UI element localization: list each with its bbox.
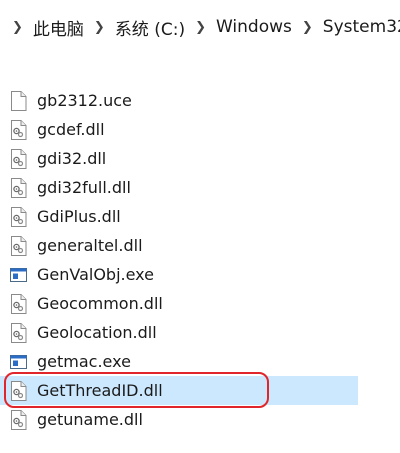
dll-file-icon [10, 235, 27, 256]
file-row[interactable]: GdiPlus.dll [0, 202, 400, 231]
file-name: gdi32full.dll [37, 178, 131, 197]
dll-file-icon [10, 409, 27, 430]
file-row[interactable]: GetThreadID.dll [0, 376, 358, 405]
file-name: getuname.dll [37, 410, 143, 429]
file-name: gb2312.uce [37, 91, 132, 110]
breadcrumb-item-this-pc[interactable]: 此电脑 [33, 15, 84, 40]
chevron-right-icon[interactable]: ❯ [12, 20, 23, 35]
chevron-right-icon[interactable]: ❯ [94, 20, 105, 35]
file-name: GdiPlus.dll [37, 207, 121, 226]
breadcrumb-item-system-drive[interactable]: 系统 (C:) [115, 15, 185, 40]
dll-file-icon [10, 206, 27, 227]
file-row[interactable]: gdi32full.dll [0, 173, 400, 202]
file-row[interactable]: generaltel.dll [0, 231, 400, 260]
file-row[interactable]: Geolocation.dll [0, 318, 400, 347]
dll-file-icon [10, 177, 27, 198]
file-name: gdi32.dll [37, 149, 107, 168]
file-row[interactable]: gb2312.uce [0, 86, 400, 115]
file-name: Geocommon.dll [37, 294, 163, 313]
breadcrumb: ❯ 此电脑 ❯ 系统 (C:) ❯ Windows ❯ System32 [0, 0, 400, 54]
file-row[interactable]: GenValObj.exe [0, 260, 400, 289]
blank-file-icon [10, 90, 27, 111]
exe-file-icon [10, 352, 27, 372]
file-row[interactable]: gdi32.dll [0, 144, 400, 173]
dll-file-icon [10, 148, 27, 169]
chevron-right-icon[interactable]: ❯ [195, 20, 206, 35]
file-name: Geolocation.dll [37, 323, 157, 342]
dll-file-icon [10, 380, 27, 401]
dll-file-icon [10, 293, 27, 314]
file-row[interactable]: gcdef.dll [0, 115, 400, 144]
chevron-right-icon[interactable]: ❯ [302, 20, 313, 35]
dll-file-icon [10, 119, 27, 140]
breadcrumb-item-system32[interactable]: System32 [323, 17, 400, 37]
file-row[interactable]: Geocommon.dll [0, 289, 400, 318]
file-name: GenValObj.exe [37, 265, 154, 284]
file-list: gb2312.uce gcdef.dll gdi32.dll gdi32full.dl… [0, 86, 400, 434]
file-name: gcdef.dll [37, 120, 105, 139]
file-name: getmac.exe [37, 352, 131, 371]
exe-file-icon [10, 265, 27, 285]
file-row[interactable]: getuname.dll [0, 405, 400, 434]
file-name: generaltel.dll [37, 236, 143, 255]
dll-file-icon [10, 322, 27, 343]
file-name: GetThreadID.dll [37, 381, 163, 400]
breadcrumb-item-windows[interactable]: Windows [216, 17, 292, 37]
file-row[interactable]: getmac.exe [0, 347, 400, 376]
